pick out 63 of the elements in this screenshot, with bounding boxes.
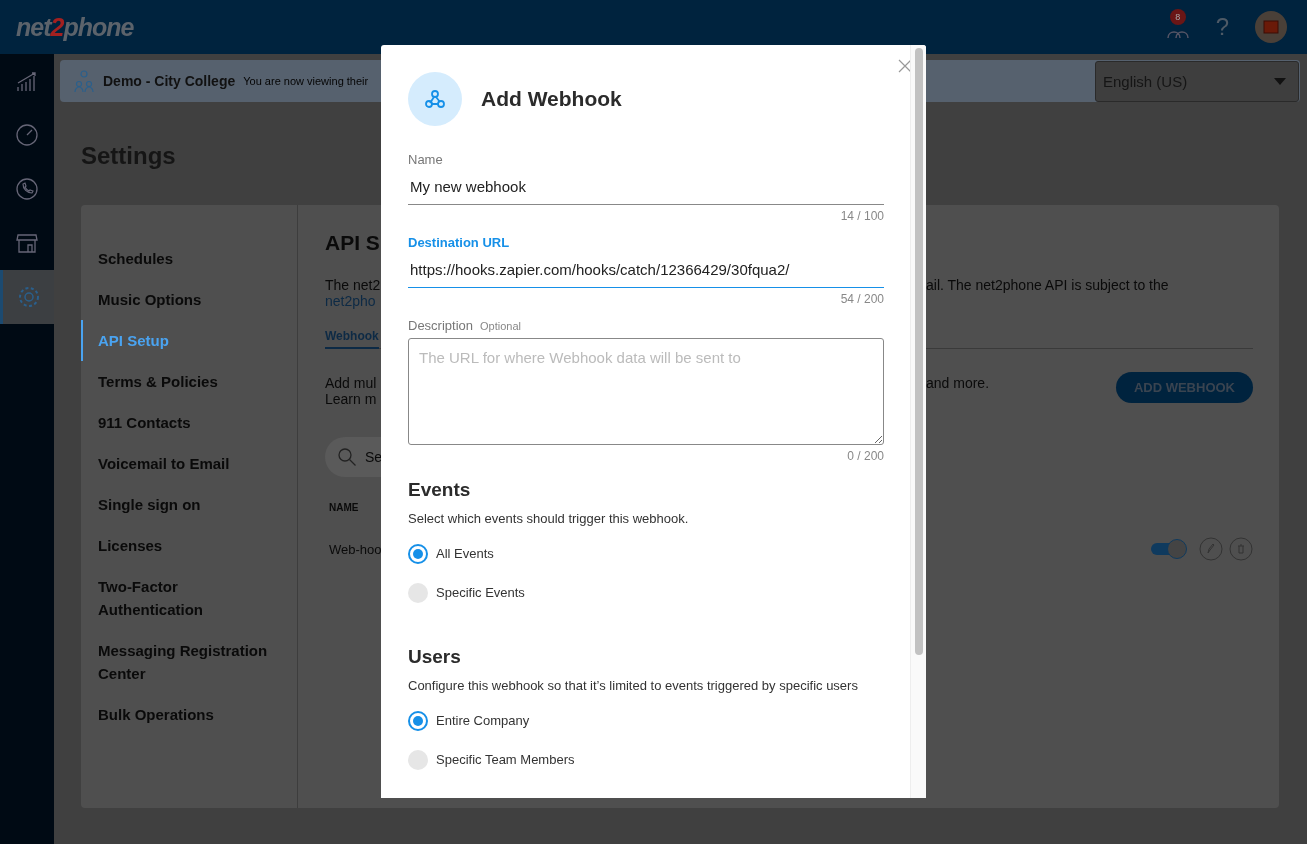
radio-option[interactable]: All Events: [408, 534, 494, 573]
settings-nav-item[interactable]: Schedules: [81, 238, 297, 279]
caret-icon: [1274, 77, 1286, 85]
radio-button[interactable]: [408, 543, 428, 564]
table-cell-text: Web-hoo: [328, 541, 381, 557]
dialog-title: Add Webhook: [481, 87, 622, 111]
phone-icon: [15, 177, 39, 201]
terms-link[interactable]: net2pho: [325, 293, 381, 309]
radio-option[interactable]: Specific Team Members: [408, 740, 575, 779]
column-header: NAME: [328, 502, 360, 513]
section-title: API S: [325, 231, 381, 255]
avatar[interactable]: [1255, 11, 1287, 43]
field-label: Name: [408, 152, 443, 167]
webhooks-tab[interactable]: Webhook: [325, 329, 379, 349]
section-heading: Events: [408, 479, 472, 501]
account-name: Demo - City College: [103, 73, 236, 89]
toggle-switch[interactable]: [1151, 539, 1187, 559]
character-counter: 14 / 100: [840, 209, 884, 223]
add-webhook-button[interactable]: ADD WEBHOOK: [1115, 372, 1253, 403]
group-icon: [73, 69, 95, 93]
intro-text: The net2: [325, 277, 381, 293]
banner-note: You are now viewing their: [243, 75, 369, 87]
settings-nav-item[interactable]: Terms & Policies: [81, 361, 297, 402]
section-heading: Users: [408, 646, 462, 668]
radio-option[interactable]: Entire Company: [408, 701, 530, 740]
section-description: Select which events should trigger this webhook.: [408, 511, 690, 526]
field-label: Description: [408, 318, 474, 333]
settings-nav-item[interactable]: Two-Factor Authentication: [81, 566, 297, 630]
settings-nav-item[interactable]: Music Options: [81, 279, 297, 320]
chart-icon: [15, 69, 39, 93]
settings-nav-item[interactable]: Bulk Operations: [81, 694, 297, 735]
help-button[interactable]: ?: [1215, 13, 1229, 41]
edit-icon[interactable]: [1199, 537, 1223, 561]
description-text: and more.: [926, 374, 990, 391]
search-icon: [337, 447, 357, 467]
notification-badge: 8: [1169, 9, 1186, 25]
radio-option[interactable]: Specific Events: [408, 573, 525, 612]
logo: net2phone: [16, 12, 134, 42]
description-field[interactable]: The URL for where Webhook data will be sent to: [408, 338, 884, 445]
settings-icon: [16, 285, 41, 309]
settings-nav-item[interactable]: Messaging Registration Center: [81, 630, 297, 694]
description-text: Add mul: [325, 374, 378, 391]
character-counter: 0 / 200: [847, 449, 884, 463]
radio-button[interactable]: [408, 749, 428, 770]
character-counter: 54 / 200: [840, 292, 884, 306]
optional-hint: Optional: [480, 320, 521, 332]
settings-nav-item[interactable]: Single sign on: [81, 484, 297, 525]
intro-text: ail. The net2phone API is subject to the: [926, 277, 1170, 293]
description-text: Learn m: [325, 391, 378, 407]
field-label: Destination URL: [408, 235, 510, 250]
radio-button[interactable]: [408, 582, 428, 603]
rail-item[interactable]: [0, 270, 54, 324]
gauge-icon: [15, 123, 39, 147]
settings-nav-item[interactable]: Voicemail to Email: [81, 443, 297, 484]
delete-icon[interactable]: [1229, 537, 1253, 561]
radio-button[interactable]: [408, 710, 428, 731]
section-description: Configure this webhook so that it’s limited to events triggered by specific users: [408, 678, 859, 693]
settings-nav-item[interactable]: Licenses: [81, 525, 297, 566]
settings-nav-item[interactable]: 911 Contacts: [81, 402, 297, 443]
scrollbar[interactable]: [910, 45, 926, 798]
webhook-icon: [408, 72, 462, 126]
store-icon: [15, 231, 39, 255]
settings-nav-item[interactable]: API Setup: [81, 320, 297, 361]
